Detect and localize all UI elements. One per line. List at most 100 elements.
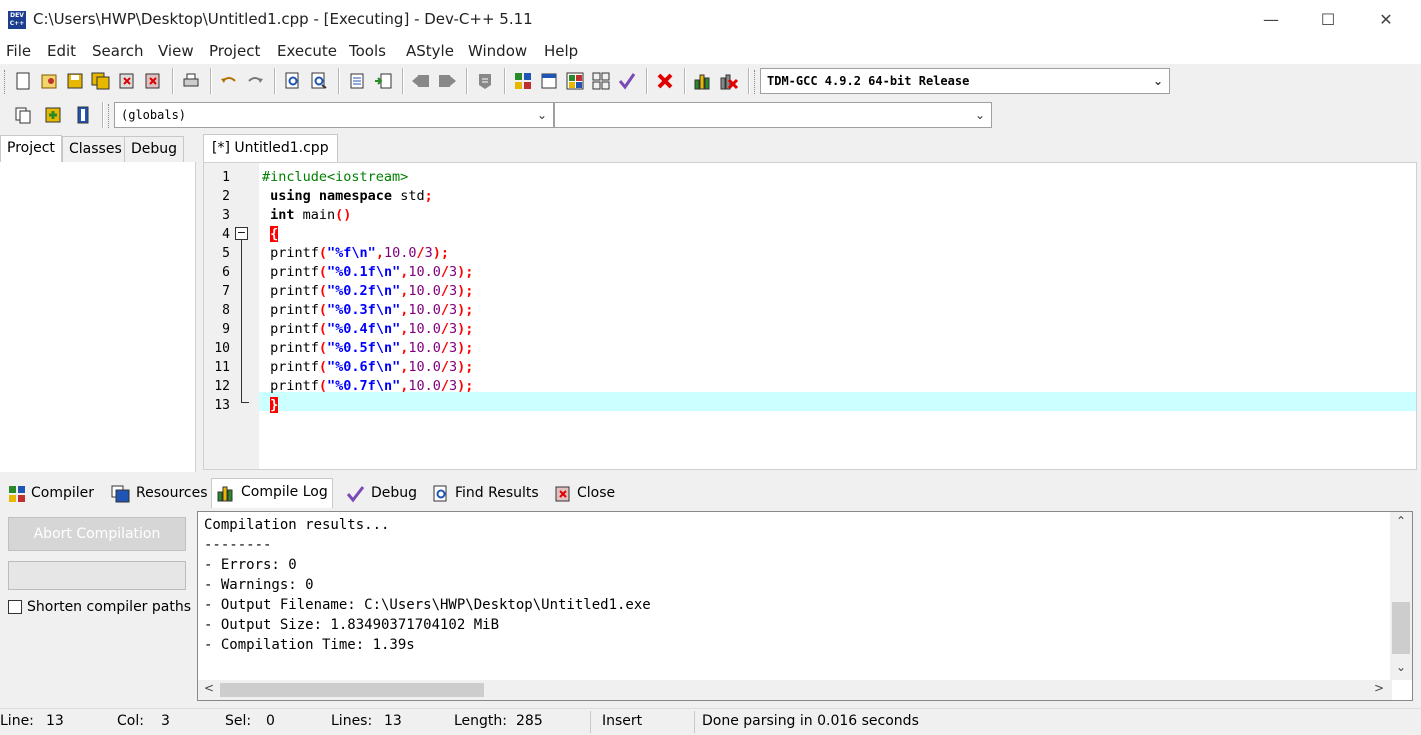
- tab-find-results-label: Find Results: [455, 485, 539, 501]
- add-to-project-icon[interactable]: [42, 104, 64, 126]
- toolbar-separator: [466, 68, 468, 94]
- menu-tools[interactable]: Tools: [349, 42, 386, 60]
- rebuild-all-icon[interactable]: [590, 70, 612, 92]
- menu-execute[interactable]: Execute: [277, 42, 337, 60]
- status-length-label: Length:: [454, 713, 507, 729]
- log-horizontal-scrollbar[interactable]: < >: [198, 680, 1392, 700]
- code-line: printf("%f\n",10.0/3);: [262, 244, 449, 263]
- compile-log-output[interactable]: Compilation results... -------- - Errors…: [197, 511, 1413, 701]
- tab-debug[interactable]: Debug: [124, 136, 184, 162]
- code-line: printf("%0.6f\n",10.0/3);: [262, 358, 473, 377]
- profile-chart-icon[interactable]: [692, 70, 714, 92]
- scroll-left-icon[interactable]: <: [200, 681, 218, 695]
- scope-select[interactable]: (globals) ⌄: [114, 102, 554, 128]
- log-line: Compilation results...: [204, 515, 389, 535]
- chevron-down-icon: ⌄: [1153, 69, 1163, 93]
- menu-file[interactable]: File: [6, 42, 31, 60]
- bar-chart-icon: [216, 484, 236, 502]
- menu-view[interactable]: View: [158, 42, 194, 60]
- save-all-icon[interactable]: [90, 70, 112, 92]
- tab-compiler[interactable]: Compiler: [4, 480, 98, 507]
- open-file-icon[interactable]: [38, 70, 60, 92]
- menu-bar: File Edit Search View Project Execute To…: [0, 40, 1421, 64]
- compiler-select[interactable]: TDM-GCC 4.9.2 64-bit Release ⌄: [760, 68, 1170, 94]
- main-toolbar: TDM-GCC 4.9.2 64-bit Release ⌄: [0, 64, 1421, 98]
- menu-project[interactable]: Project: [209, 42, 260, 60]
- scroll-up-icon[interactable]: ⌃: [1392, 514, 1410, 528]
- scroll-right-icon[interactable]: >: [1370, 681, 1388, 695]
- bookmark-next-icon[interactable]: [436, 70, 458, 92]
- project-browser[interactable]: [0, 162, 196, 472]
- unindent-icon[interactable]: [372, 70, 394, 92]
- line-number: 1: [204, 168, 230, 187]
- minimize-button[interactable]: —: [1248, 6, 1294, 34]
- toolbar-grip[interactable]: [108, 104, 111, 128]
- toolbar-grip[interactable]: [4, 70, 7, 94]
- toolbar-separator: [402, 68, 404, 94]
- menu-help[interactable]: Help: [544, 42, 578, 60]
- run-icon[interactable]: [538, 70, 560, 92]
- goto-line-icon[interactable]: [474, 70, 496, 92]
- syntax-check-icon[interactable]: [616, 70, 638, 92]
- tab-project[interactable]: Project: [0, 135, 62, 162]
- log-line: - Output Filename: C:\Users\HWP\Desktop\…: [204, 595, 651, 615]
- fold-collapse-icon[interactable]: −: [235, 227, 248, 240]
- shorten-paths-label[interactable]: Shorten compiler paths: [27, 599, 191, 615]
- editor-tab-untitled1[interactable]: [*] Untitled1.cpp: [203, 134, 338, 162]
- new-file-icon[interactable]: [12, 70, 34, 92]
- line-number: 9: [204, 320, 230, 339]
- replace-icon[interactable]: [308, 70, 330, 92]
- save-icon[interactable]: [64, 70, 86, 92]
- tab-classes[interactable]: Classes: [62, 136, 129, 162]
- toolbar-separator: [172, 68, 174, 94]
- line-number: 8: [204, 301, 230, 320]
- toolbar-separator: [646, 68, 648, 94]
- tab-find-results[interactable]: Find Results: [428, 480, 543, 507]
- shorten-paths-checkbox[interactable]: [8, 600, 22, 614]
- tab-compile-log[interactable]: Compile Log: [211, 478, 333, 508]
- vertical-scroll-thumb[interactable]: [1392, 602, 1410, 654]
- window-title: C:\Users\HWP\Desktop\Untitled1.cpp - [Ex…: [33, 10, 533, 28]
- close-file-icon[interactable]: [116, 70, 138, 92]
- tab-debug-output[interactable]: Debug: [342, 480, 421, 507]
- toolbar-separator: [338, 68, 340, 94]
- line-number: 12: [204, 377, 230, 396]
- print-icon[interactable]: [180, 70, 202, 92]
- tab-resources[interactable]: Resources: [107, 480, 212, 507]
- stop-execution-icon[interactable]: [654, 70, 676, 92]
- compile-icon[interactable]: [512, 70, 534, 92]
- scroll-down-icon[interactable]: ⌄: [1392, 660, 1410, 674]
- undo-icon[interactable]: [218, 70, 240, 92]
- menu-search[interactable]: Search: [92, 42, 144, 60]
- status-sel-value: 0: [266, 713, 275, 729]
- abort-compilation-button[interactable]: Abort Compilation: [8, 517, 186, 551]
- code-line: #include<iostream>: [262, 168, 408, 187]
- secondary-toolbar: (globals) ⌄ ⌄: [0, 98, 1000, 132]
- status-separator: [590, 711, 591, 733]
- toolbar-grip[interactable]: [754, 70, 757, 94]
- close-window-button[interactable]: ✕: [1363, 6, 1409, 34]
- remove-from-project-icon[interactable]: [72, 104, 94, 126]
- compiler-select-value: TDM-GCC 4.9.2 64-bit Release: [767, 74, 969, 88]
- log-line: - Errors: 0: [204, 555, 297, 575]
- menu-window[interactable]: Window: [468, 42, 527, 60]
- horizontal-scroll-thumb[interactable]: [220, 683, 484, 697]
- maximize-button[interactable]: ☐: [1305, 6, 1351, 34]
- new-project-icon[interactable]: [12, 104, 34, 126]
- menu-edit[interactable]: Edit: [47, 42, 76, 60]
- close-all-icon[interactable]: [142, 70, 164, 92]
- code-line: printf("%0.3f\n",10.0/3);: [262, 301, 473, 320]
- indent-icon[interactable]: [346, 70, 368, 92]
- delete-profile-icon[interactable]: [718, 70, 740, 92]
- status-lines-label: Lines:: [331, 713, 372, 729]
- find-icon[interactable]: [282, 70, 304, 92]
- log-vertical-scrollbar[interactable]: ⌃ ⌄: [1390, 512, 1412, 680]
- redo-icon[interactable]: [244, 70, 266, 92]
- code-line: int main(): [262, 206, 351, 225]
- menu-astyle[interactable]: AStyle: [406, 42, 454, 60]
- bookmark-prev-icon[interactable]: [410, 70, 432, 92]
- tab-close[interactable]: Close: [550, 480, 619, 507]
- compile-run-icon[interactable]: [564, 70, 586, 92]
- code-editor[interactable]: 1 2 3 4 5 6 7 8 9 10 11 12 13 − #include…: [203, 162, 1417, 470]
- member-select[interactable]: ⌄: [554, 102, 992, 128]
